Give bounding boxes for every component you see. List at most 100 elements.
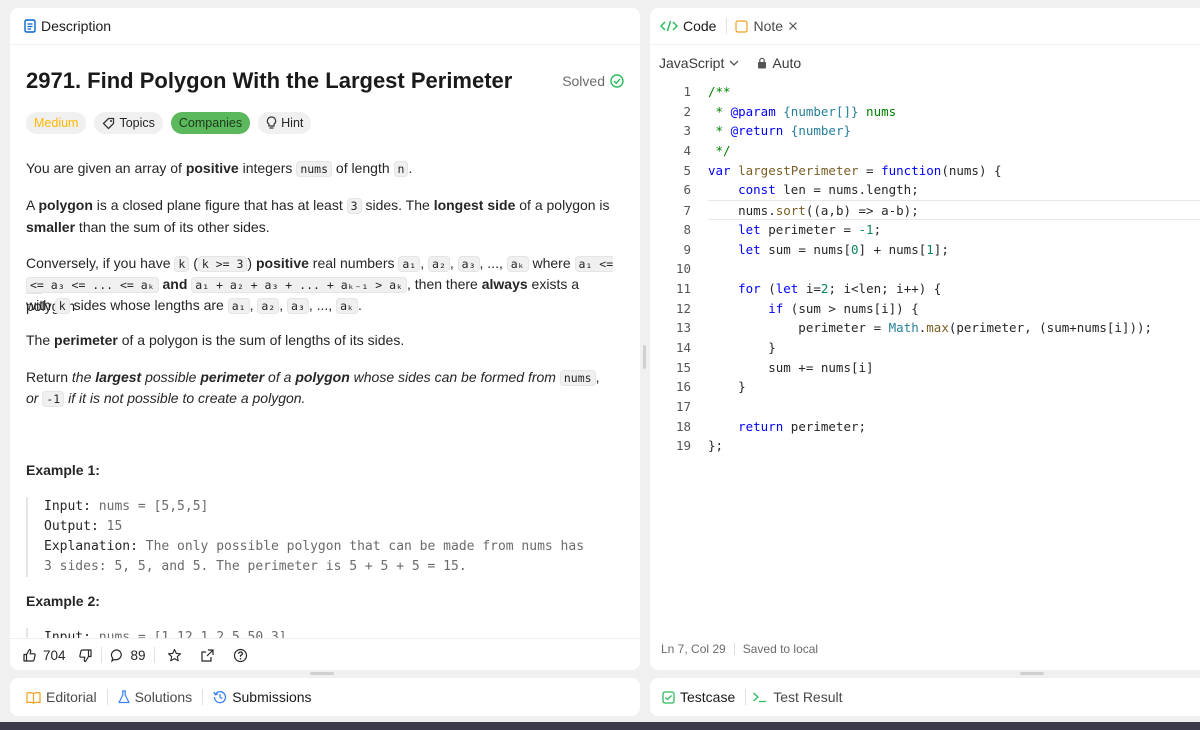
- tab-description[interactable]: Description: [24, 18, 111, 34]
- line-number: 16: [675, 379, 691, 395]
- help-button[interactable]: [233, 648, 248, 663]
- example-1-title: Example 1:: [26, 462, 100, 478]
- text-bold: polygon: [38, 197, 93, 213]
- code-line[interactable]: 12 if (sum > nums[i]) {: [650, 299, 1200, 319]
- topics-label: Topics: [119, 116, 155, 130]
- description-panel: Description 2971. Find Polygon With the …: [10, 8, 640, 670]
- right-split-handle[interactable]: [1020, 672, 1044, 675]
- tab-submissions-label: Submissions: [232, 689, 312, 705]
- panel-resize-handle[interactable]: [643, 345, 646, 369]
- close-icon[interactable]: [788, 21, 798, 31]
- text: ,: [279, 297, 287, 313]
- tab-testcase[interactable]: Testcase: [662, 689, 735, 705]
- favorite-button[interactable]: [167, 648, 182, 663]
- divider: [106, 689, 108, 705]
- tab-testcase-label: Testcase: [680, 689, 736, 705]
- tab-test-result[interactable]: Test Result: [752, 689, 843, 705]
- language-select[interactable]: JavaScript: [659, 55, 739, 71]
- auto-mode[interactable]: Auto: [757, 55, 801, 71]
- text: Return: [26, 369, 72, 385]
- description-tabbar: Description: [10, 8, 640, 45]
- thumbs-up-icon: [22, 648, 37, 663]
- line-number: 3: [683, 123, 691, 139]
- text: ,: [595, 369, 600, 385]
- text: real numbers: [308, 255, 399, 271]
- code-editor[interactable]: 1/** 2 * @param {number[]} nums 3 * @retur…: [650, 82, 1200, 456]
- inline-code: aₖ: [336, 298, 358, 314]
- code-line[interactable]: 4 */: [650, 141, 1200, 161]
- flask-icon: [117, 690, 130, 704]
- right-bottom-tabbar: Testcase Test Result: [650, 678, 1200, 716]
- like-button[interactable]: 704: [22, 648, 66, 663]
- code-line[interactable]: 6 const len = nums.length;: [650, 180, 1200, 200]
- comments-button[interactable]: 89: [110, 648, 146, 663]
- text: Conversely, if you have: [26, 255, 175, 271]
- text: integers: [238, 160, 297, 176]
- tab-solutions-label: Solutions: [134, 689, 193, 705]
- explanation-label: Explanation:: [44, 539, 138, 554]
- code-line[interactable]: 19};: [650, 436, 1200, 456]
- line-number: 2: [683, 103, 691, 119]
- terminal-icon: [752, 691, 768, 703]
- hint-chip[interactable]: Hint: [258, 112, 312, 134]
- inline-code: k: [54, 298, 70, 314]
- inline-code: -1: [42, 391, 65, 407]
- divider: [202, 689, 204, 705]
- inline-code: k: [174, 256, 190, 272]
- dislike-button[interactable]: [78, 648, 93, 663]
- right-bottom-tabs: Testcase Test Result: [650, 678, 1200, 716]
- comment-icon: [110, 648, 125, 663]
- code-line[interactable]: 3 * @return {number}: [650, 121, 1200, 141]
- problem-chips: Medium Topics Companies Hint: [26, 112, 312, 134]
- text: You are given an array of: [26, 160, 186, 176]
- text: , then there: [407, 276, 482, 292]
- code-line[interactable]: 10: [650, 259, 1200, 279]
- text: , ...,: [479, 255, 507, 271]
- code-line[interactable]: 8 let perimeter = -1;: [650, 220, 1200, 240]
- text: sides. The: [361, 197, 434, 213]
- output-value: 15: [98, 519, 123, 534]
- paragraph-perimeter: The perimeter of a polygon is the sum of…: [26, 330, 624, 351]
- code-line[interactable]: 17: [650, 397, 1200, 417]
- difficulty-badge: Medium: [26, 112, 87, 134]
- line-number: 4: [683, 143, 691, 159]
- code-line[interactable]: 14 }: [650, 338, 1200, 358]
- text: , ...,: [308, 297, 337, 313]
- tab-note[interactable]: Note: [735, 18, 798, 34]
- line-number: 13: [675, 320, 691, 336]
- share-button[interactable]: [200, 648, 215, 663]
- text: .: [357, 297, 362, 313]
- inline-code: <= a₃ <= ... <= aₖ: [26, 277, 159, 293]
- code-text: /**: [708, 84, 731, 99]
- code-line[interactable]: 18 return perimeter;: [650, 417, 1200, 437]
- code-line[interactable]: 5 var largestPerimeter = function(nums) {: [650, 161, 1200, 181]
- code-icon: [660, 20, 678, 32]
- code-line[interactable]: 16 }: [650, 377, 1200, 397]
- companies-chip[interactable]: Companies: [170, 112, 251, 134]
- inline-code: nums: [559, 370, 596, 386]
- tab-code[interactable]: Code: [660, 18, 716, 34]
- inline-code: nums: [296, 161, 333, 177]
- topics-chip[interactable]: Topics: [94, 112, 163, 134]
- code-line[interactable]: 11 for (let i=2; i<len; i++) {: [650, 279, 1200, 299]
- question-circle-icon: [233, 648, 248, 663]
- text-bold-italic: perimeter: [200, 369, 265, 385]
- tab-editorial[interactable]: Editorial: [26, 689, 97, 705]
- left-split-handle[interactable]: [310, 672, 334, 675]
- code-line[interactable]: 13 perimeter = Math.max(perimeter, (sum+…: [650, 318, 1200, 338]
- example-1-block: Input: nums = [5,5,5] Output: 15 Explana…: [26, 497, 638, 577]
- editor-status-bar: Ln 7, Col 29 Saved to local: [661, 642, 818, 656]
- code-line[interactable]: 2 * @param {number[]} nums: [650, 102, 1200, 122]
- text-bold: positive: [255, 255, 309, 271]
- tab-solutions[interactable]: Solutions: [117, 689, 193, 705]
- example-2-block: Input: nums = [1,12,1,2,5,50,3]: [26, 628, 638, 638]
- text: The: [26, 332, 55, 348]
- code-line[interactable]: 9 let sum = nums[0] + nums[1];: [650, 240, 1200, 260]
- tab-submissions[interactable]: Submissions: [213, 689, 312, 705]
- problem-title[interactable]: 2971. Find Polygon With the Largest Peri…: [26, 68, 512, 94]
- code-line[interactable]: 15 sum += nums[i]: [650, 358, 1200, 378]
- check-circle-icon: [610, 74, 624, 88]
- tab-note-label: Note: [753, 18, 784, 34]
- code-line[interactable]: 1 /**: [650, 82, 1200, 102]
- code-line[interactable]: 7 nums.sort((a,b) => a-b);: [683, 200, 1200, 220]
